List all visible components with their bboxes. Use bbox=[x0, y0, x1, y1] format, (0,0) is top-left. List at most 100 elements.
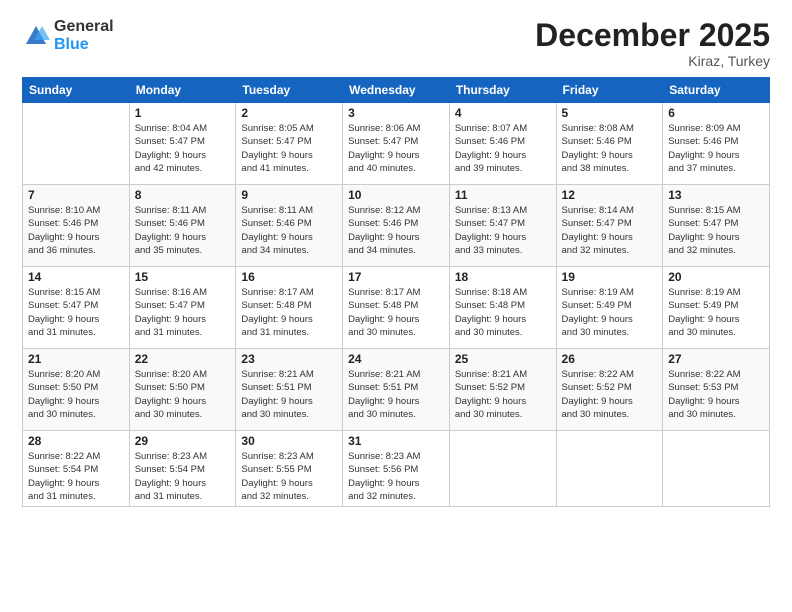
day-number: 7 bbox=[28, 188, 124, 202]
table-row: 20 Sunrise: 8:19 AMSunset: 5:49 PMDayligh… bbox=[663, 267, 770, 349]
table-row bbox=[449, 431, 556, 507]
day-info: Sunrise: 8:12 AMSunset: 5:46 PMDaylight:… bbox=[348, 204, 444, 257]
table-row: 31 Sunrise: 8:23 AMSunset: 5:56 PMDayligh… bbox=[343, 431, 450, 507]
day-number: 4 bbox=[455, 106, 551, 120]
calendar-table: Sunday Monday Tuesday Wednesday Thursday… bbox=[22, 77, 770, 507]
day-info: Sunrise: 8:17 AMSunset: 5:48 PMDaylight:… bbox=[348, 286, 444, 339]
table-row: 17 Sunrise: 8:17 AMSunset: 5:48 PMDayligh… bbox=[343, 267, 450, 349]
day-number: 16 bbox=[241, 270, 337, 284]
table-row: 27Sunrise: 8:22 AMSunset: 5:53 PMDayligh… bbox=[663, 349, 770, 431]
day-info: Sunrise: 8:17 AMSunset: 5:48 PMDaylight:… bbox=[241, 286, 337, 339]
day-number: 21 bbox=[28, 352, 124, 366]
table-row: 19 Sunrise: 8:19 AMSunset: 5:49 PMDayligh… bbox=[556, 267, 663, 349]
header-monday: Monday bbox=[129, 78, 236, 103]
table-row: 3Sunrise: 8:06 AMSunset: 5:47 PMDaylight… bbox=[343, 103, 450, 185]
table-row: 29 Sunrise: 8:23 AMSunset: 5:54 PMDayligh… bbox=[129, 431, 236, 507]
table-row: 11Sunrise: 8:13 AMSunset: 5:47 PMDayligh… bbox=[449, 185, 556, 267]
day-number: 25 bbox=[455, 352, 551, 366]
day-number: 17 bbox=[348, 270, 444, 284]
day-info: Sunrise: 8:21 AMSunset: 5:51 PMDaylight:… bbox=[241, 368, 337, 421]
table-row: 21 Sunrise: 8:20 AMSunset: 5:50 PMDayligh… bbox=[23, 349, 130, 431]
day-number: 28 bbox=[28, 434, 124, 448]
day-number: 18 bbox=[455, 270, 551, 284]
day-info: Sunrise: 8:19 AMSunset: 5:49 PMDaylight:… bbox=[562, 286, 658, 339]
day-info: Sunrise: 8:22 AMSunset: 5:52 PMDaylight:… bbox=[562, 368, 658, 421]
day-info: Sunrise: 8:21 AMSunset: 5:52 PMDaylight:… bbox=[455, 368, 551, 421]
table-row: 25 Sunrise: 8:21 AMSunset: 5:52 PMDayligh… bbox=[449, 349, 556, 431]
day-info: Sunrise: 8:21 AMSunset: 5:51 PMDaylight:… bbox=[348, 368, 444, 421]
table-row: 26 Sunrise: 8:22 AMSunset: 5:52 PMDayligh… bbox=[556, 349, 663, 431]
weekday-header-row: Sunday Monday Tuesday Wednesday Thursday… bbox=[23, 78, 770, 103]
day-number: 29 bbox=[135, 434, 231, 448]
day-number: 8 bbox=[135, 188, 231, 202]
calendar-page: General Blue December 2025 Kiraz, Turkey… bbox=[0, 0, 792, 612]
day-info: Sunrise: 8:18 AMSunset: 5:48 PMDaylight:… bbox=[455, 286, 551, 339]
day-number: 13 bbox=[668, 188, 764, 202]
day-info: Sunrise: 8:08 AMSunset: 5:46 PMDaylight:… bbox=[562, 122, 658, 175]
logo-icon bbox=[22, 22, 50, 50]
day-number: 27 bbox=[668, 352, 764, 366]
day-number: 12 bbox=[562, 188, 658, 202]
day-info: Sunrise: 8:15 AMSunset: 5:47 PMDaylight:… bbox=[28, 286, 124, 339]
header-thursday: Thursday bbox=[449, 78, 556, 103]
day-info: Sunrise: 8:20 AMSunset: 5:50 PMDaylight:… bbox=[135, 368, 231, 421]
logo: General Blue bbox=[22, 18, 114, 53]
table-row: 8Sunrise: 8:11 AMSunset: 5:46 PMDaylight… bbox=[129, 185, 236, 267]
table-row: 30 Sunrise: 8:23 AMSunset: 5:55 PMDayligh… bbox=[236, 431, 343, 507]
table-row: 28Sunrise: 8:22 AMSunset: 5:54 PMDayligh… bbox=[23, 431, 130, 507]
day-number: 30 bbox=[241, 434, 337, 448]
day-number: 1 bbox=[135, 106, 231, 120]
day-info: Sunrise: 8:20 AMSunset: 5:50 PMDaylight:… bbox=[28, 368, 124, 421]
table-row: 15Sunrise: 8:16 AMSunset: 5:47 PMDayligh… bbox=[129, 267, 236, 349]
table-row: 4 Sunrise: 8:07 AMSunset: 5:46 PMDaylight… bbox=[449, 103, 556, 185]
day-info: Sunrise: 8:04 AMSunset: 5:47 PMDaylight:… bbox=[135, 122, 231, 175]
day-info: Sunrise: 8:23 AMSunset: 5:54 PMDaylight:… bbox=[135, 450, 231, 503]
table-row: 6 Sunrise: 8:09 AMSunset: 5:46 PMDaylight… bbox=[663, 103, 770, 185]
day-number: 26 bbox=[562, 352, 658, 366]
day-number: 19 bbox=[562, 270, 658, 284]
day-number: 20 bbox=[668, 270, 764, 284]
table-row: 24Sunrise: 8:21 AMSunset: 5:51 PMDayligh… bbox=[343, 349, 450, 431]
table-row: 14Sunrise: 8:15 AMSunset: 5:47 PMDayligh… bbox=[23, 267, 130, 349]
location-subtitle: Kiraz, Turkey bbox=[535, 53, 770, 69]
table-row: 23 Sunrise: 8:21 AMSunset: 5:51 PMDayligh… bbox=[236, 349, 343, 431]
day-number: 10 bbox=[348, 188, 444, 202]
day-info: Sunrise: 8:13 AMSunset: 5:47 PMDaylight:… bbox=[455, 204, 551, 257]
logo-blue: Blue bbox=[54, 36, 114, 54]
title-block: December 2025 Kiraz, Turkey bbox=[535, 18, 770, 69]
header-friday: Friday bbox=[556, 78, 663, 103]
table-row: 22 Sunrise: 8:20 AMSunset: 5:50 PMDayligh… bbox=[129, 349, 236, 431]
day-number: 6 bbox=[668, 106, 764, 120]
logo-general: General bbox=[54, 18, 114, 36]
day-info: Sunrise: 8:15 AMSunset: 5:47 PMDaylight:… bbox=[668, 204, 764, 257]
day-number: 31 bbox=[348, 434, 444, 448]
day-info: Sunrise: 8:07 AMSunset: 5:46 PMDaylight:… bbox=[455, 122, 551, 175]
month-title: December 2025 bbox=[535, 18, 770, 53]
day-info: Sunrise: 8:10 AMSunset: 5:46 PMDaylight:… bbox=[28, 204, 124, 257]
day-info: Sunrise: 8:09 AMSunset: 5:46 PMDaylight:… bbox=[668, 122, 764, 175]
table-row: 5 Sunrise: 8:08 AMSunset: 5:46 PMDaylight… bbox=[556, 103, 663, 185]
table-row: 9 Sunrise: 8:11 AMSunset: 5:46 PMDaylight… bbox=[236, 185, 343, 267]
table-row: 7 Sunrise: 8:10 AMSunset: 5:46 PMDaylight… bbox=[23, 185, 130, 267]
header-tuesday: Tuesday bbox=[236, 78, 343, 103]
page-header: General Blue December 2025 Kiraz, Turkey bbox=[22, 18, 770, 69]
logo-text: General Blue bbox=[54, 18, 114, 53]
header-wednesday: Wednesday bbox=[343, 78, 450, 103]
day-number: 3 bbox=[348, 106, 444, 120]
day-number: 9 bbox=[241, 188, 337, 202]
table-row: 18 Sunrise: 8:18 AMSunset: 5:48 PMDayligh… bbox=[449, 267, 556, 349]
day-info: Sunrise: 8:11 AMSunset: 5:46 PMDaylight:… bbox=[241, 204, 337, 257]
header-saturday: Saturday bbox=[663, 78, 770, 103]
table-row bbox=[23, 103, 130, 185]
day-info: Sunrise: 8:23 AMSunset: 5:56 PMDaylight:… bbox=[348, 450, 444, 503]
day-info: Sunrise: 8:23 AMSunset: 5:55 PMDaylight:… bbox=[241, 450, 337, 503]
table-row: 2Sunrise: 8:05 AMSunset: 5:47 PMDaylight… bbox=[236, 103, 343, 185]
table-row: 12 Sunrise: 8:14 AMSunset: 5:47 PMDayligh… bbox=[556, 185, 663, 267]
table-row: 13 Sunrise: 8:15 AMSunset: 5:47 PMDayligh… bbox=[663, 185, 770, 267]
table-row: 16 Sunrise: 8:17 AMSunset: 5:48 PMDayligh… bbox=[236, 267, 343, 349]
day-number: 23 bbox=[241, 352, 337, 366]
day-number: 5 bbox=[562, 106, 658, 120]
day-info: Sunrise: 8:14 AMSunset: 5:47 PMDaylight:… bbox=[562, 204, 658, 257]
day-info: Sunrise: 8:19 AMSunset: 5:49 PMDaylight:… bbox=[668, 286, 764, 339]
day-number: 22 bbox=[135, 352, 231, 366]
